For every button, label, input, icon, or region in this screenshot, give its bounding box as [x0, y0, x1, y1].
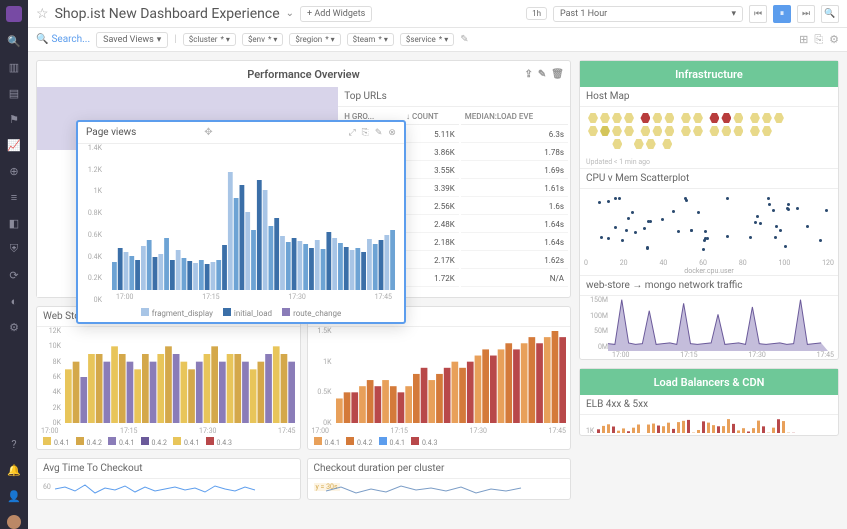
mongo-title: web-store → mongo network traffic	[580, 275, 838, 296]
filter-label: $cluster	[189, 35, 218, 44]
help-icon[interactable]: ?	[7, 437, 21, 451]
tv-icon[interactable]: ⊞	[799, 33, 808, 46]
saved-views-label: Saved Views	[103, 35, 154, 45]
section-title: Load Balancers & CDN	[654, 376, 765, 389]
play-back-icon[interactable]: ⏮	[749, 5, 767, 23]
sion-chart[interactable]: 1.5K1K0.5K0K	[308, 327, 571, 427]
settings-icon[interactable]: ⚙	[829, 33, 839, 46]
ytick: 60	[43, 483, 51, 491]
elb-chart[interactable]: 1K	[580, 415, 838, 435]
web-store-chart[interactable]: 12K10K8K6K4K2K0K	[37, 327, 300, 427]
filter-label: $region	[295, 35, 322, 44]
filter-service[interactable]: $service * ▾	[400, 33, 454, 46]
popup-title: Page views	[86, 127, 136, 138]
page-views-chart[interactable]: 1.4K1.2K1K0.8K0.6K0.4K0.2K0K 17:0017:151…	[78, 144, 404, 304]
monitors-icon[interactable]: ⚑	[7, 112, 21, 126]
avatar[interactable]	[7, 515, 21, 529]
checkout-cluster-chart[interactable]: y = 30s	[308, 479, 571, 499]
datadog-logo[interactable]	[6, 6, 22, 22]
play-fwd-icon[interactable]: ⏭	[797, 5, 815, 23]
search-icon[interactable]: 🔍	[7, 34, 21, 48]
avg-checkout-chart[interactable]: 60	[37, 479, 300, 499]
section-infrastructure: Infrastructure	[580, 61, 838, 87]
security-icon[interactable]: ⛨	[7, 242, 21, 256]
left-nav: 🔍 ▥ ▤ ⚑ 📈 ⊕ ≡ ◧ ⛨ ⟳ ◐ ⚙ ? 🔔 👤	[0, 0, 28, 529]
ci-icon[interactable]: ⟳	[7, 268, 21, 282]
edit-popup-icon[interactable]: ✎	[375, 128, 383, 138]
section-performance: Performance Overview ⇪ ✎ 🗑	[37, 61, 570, 87]
expand-icon[interactable]: ⤢	[348, 128, 355, 138]
filter-label: $env	[248, 35, 265, 44]
user-icon[interactable]: 👤	[7, 489, 21, 503]
move-icon[interactable]: ✥	[204, 127, 212, 138]
apm-icon[interactable]: ⊕	[7, 164, 21, 178]
elb-title: ELB 4xx & 5xx	[580, 395, 838, 415]
link-icon[interactable]: ⎘	[362, 128, 369, 138]
filter-label: $team	[353, 35, 376, 44]
search-header-icon[interactable]: 🔍	[821, 5, 839, 23]
rum-icon[interactable]: ◧	[7, 216, 21, 230]
alerts-icon[interactable]: ⚙	[7, 320, 21, 334]
chevron-down-icon[interactable]: ⌄	[286, 8, 294, 19]
checkout-cluster-title: Checkout duration per cluster	[308, 459, 571, 479]
search-placeholder: Search...	[51, 34, 90, 45]
notifications-icon[interactable]: 🔔	[7, 463, 21, 477]
cpu-mem-scatter[interactable]	[580, 189, 838, 259]
header-bar: ☆ Shop.ist New Dashboard Experience ⌄ + …	[28, 0, 847, 28]
filter-bar: 🔍 Search... Saved Views ▾ | $cluster * ▾…	[28, 28, 847, 52]
share-icon[interactable]: ⇪	[525, 69, 533, 80]
col-header[interactable]: MEDIAN:LOAD EVE	[461, 109, 568, 125]
edit-icon[interactable]: ✎	[538, 69, 546, 80]
delete-icon[interactable]: 🗑	[551, 69, 564, 80]
filter-team[interactable]: $team * ▾	[347, 33, 394, 46]
dashboards-icon[interactable]: ▥	[7, 60, 21, 74]
search-input[interactable]: 🔍 Search...	[36, 34, 90, 45]
time-short[interactable]: 1h	[526, 7, 547, 20]
filter-env[interactable]: $env * ▾	[242, 33, 283, 46]
section-title: Infrastructure	[675, 68, 743, 81]
top-urls-title: Top URLs	[338, 87, 570, 107]
host-map-title: Host Map	[580, 87, 838, 107]
host-map[interactable]	[580, 107, 838, 156]
infra-icon[interactable]: ▤	[7, 86, 21, 100]
filter-region[interactable]: $region * ▾	[289, 33, 340, 46]
favorite-star-icon[interactable]: ☆	[36, 6, 49, 22]
updated-label: Updated < 1 min ago	[580, 156, 838, 168]
edit-filters-icon[interactable]: ✎	[460, 34, 468, 45]
section-lb: Load Balancers & CDN	[580, 369, 838, 395]
time-range-picker[interactable]: Past 1 Hour▾	[553, 6, 743, 22]
xlabel: docker.cpu.user	[580, 267, 838, 275]
cpu-mem-title: CPU v Mem Scatterplot	[580, 168, 838, 189]
pause-icon[interactable]: ⏸	[773, 5, 791, 23]
metrics-icon[interactable]: 📈	[7, 138, 21, 152]
add-widgets-button[interactable]: + Add Widgets	[300, 6, 372, 22]
mongo-chart[interactable]: 150M100M50M0M	[580, 296, 838, 351]
ytick: 1K	[586, 427, 594, 435]
filter-cluster[interactable]: $cluster * ▾	[183, 33, 236, 46]
time-label: Past 1 Hour	[560, 9, 607, 19]
saved-views-dropdown[interactable]: Saved Views ▾	[96, 32, 168, 48]
page-title: Shop.ist New Dashboard Experience	[55, 6, 280, 22]
col-header[interactable]: ↓ COUNT	[402, 109, 459, 125]
section-title: Performance Overview	[247, 68, 359, 81]
avg-checkout-title: Avg Time To Checkout	[37, 459, 300, 479]
filter-label: $service	[406, 35, 436, 44]
logs-icon[interactable]: ≡	[7, 190, 21, 204]
page-views-popup: Page views ✥ ⤢ ⎘ ✎ ⊗ 1.4K1.2K1K0.8K0.6K0…	[76, 120, 406, 324]
close-icon[interactable]: ⊗	[388, 128, 396, 138]
ux-icon[interactable]: ◐	[7, 294, 21, 308]
clone-icon[interactable]: ⎘	[814, 33, 823, 47]
